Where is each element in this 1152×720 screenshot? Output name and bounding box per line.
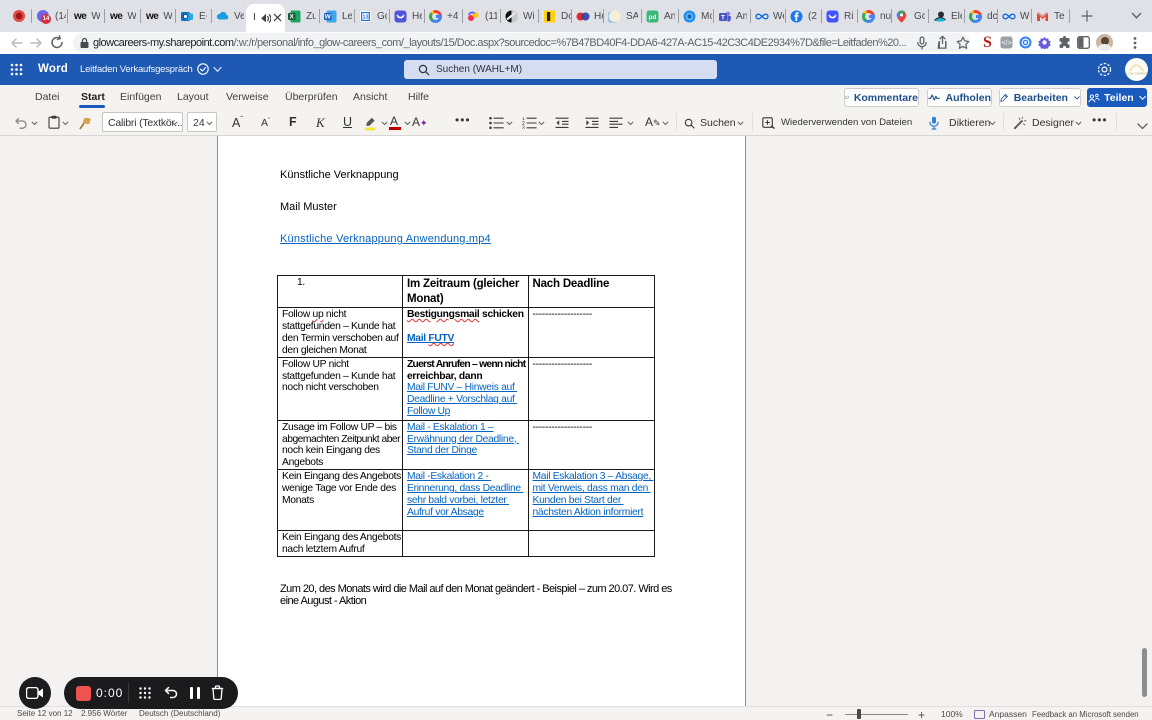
svg-text:W: W bbox=[325, 13, 332, 20]
svg-text:GLOW CAREERS: GLOW CAREERS bbox=[1125, 72, 1148, 76]
svg-text:</>: </> bbox=[1001, 40, 1011, 47]
svg-text:T: T bbox=[721, 14, 725, 21]
svg-text:13: 13 bbox=[362, 14, 368, 20]
svg-text:X: X bbox=[290, 13, 295, 20]
svg-text:pd: pd bbox=[649, 14, 657, 21]
svg-text:3: 3 bbox=[522, 126, 525, 129]
